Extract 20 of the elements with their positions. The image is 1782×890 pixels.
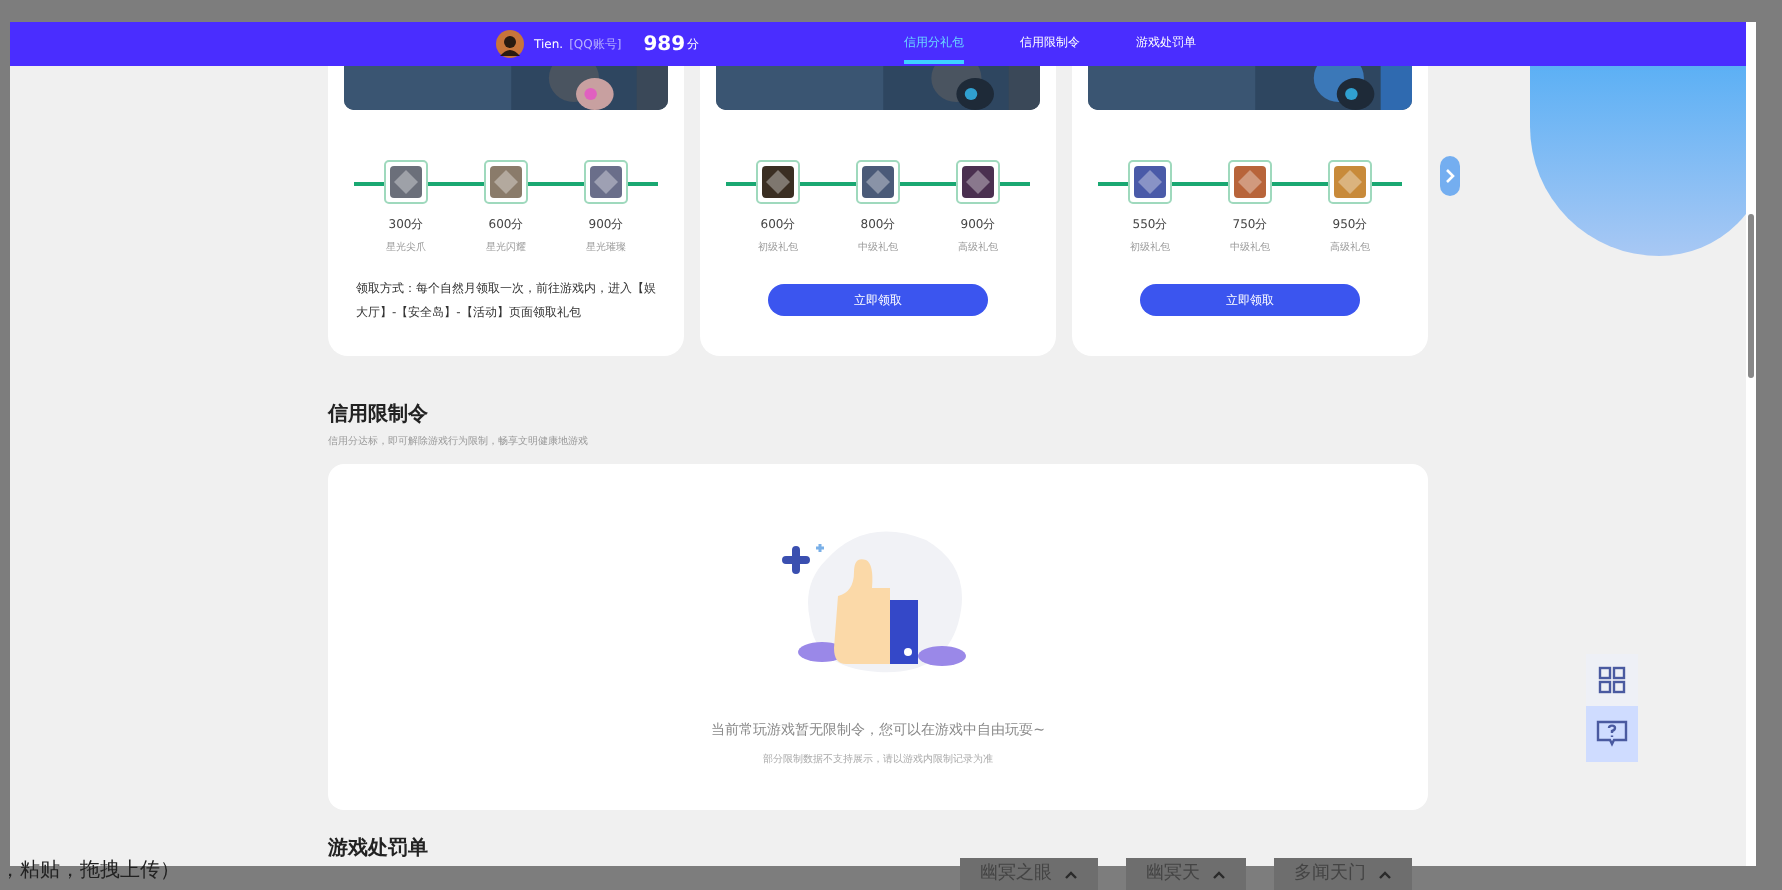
reward-icon bbox=[756, 160, 800, 204]
reward-icon bbox=[1128, 160, 1172, 204]
reward-icon bbox=[1328, 160, 1372, 204]
reward-icon bbox=[584, 160, 628, 204]
scrollbar[interactable] bbox=[1746, 22, 1756, 866]
reward-icon bbox=[1228, 160, 1272, 204]
upload-hint: ，粘贴，拖拽上传） bbox=[0, 858, 180, 886]
reward-icon bbox=[856, 160, 900, 204]
reward-icon bbox=[384, 160, 428, 204]
section-title: 游戏处罚单 bbox=[328, 835, 430, 862]
caret-up-icon bbox=[1212, 869, 1226, 879]
chevron-right-icon bbox=[1444, 168, 1456, 184]
avatar bbox=[496, 30, 524, 58]
help-icon[interactable] bbox=[1586, 706, 1638, 762]
caret-up-icon bbox=[1064, 869, 1078, 879]
credit-score: 989 bbox=[643, 33, 686, 55]
reward-icon bbox=[484, 160, 528, 204]
caret-up-icon bbox=[1378, 869, 1392, 879]
reward-icon bbox=[956, 160, 1000, 204]
section-title: 信用限制令 bbox=[328, 401, 430, 428]
